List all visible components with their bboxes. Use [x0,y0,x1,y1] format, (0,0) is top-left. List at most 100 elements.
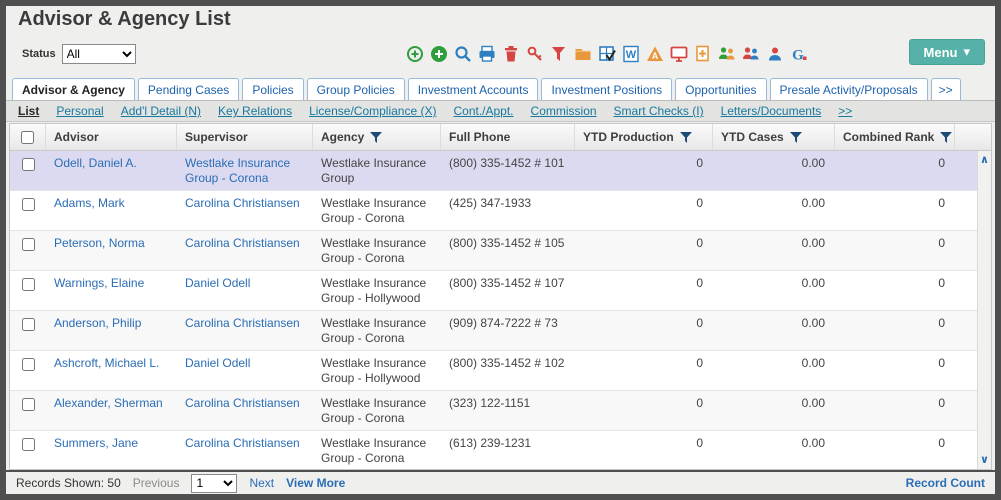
tab-pending-cases[interactable]: Pending Cases [137,78,240,100]
subnav-item-license-compliance-x-[interactable]: License/Compliance (X) [309,104,436,118]
column-header-ytd-cases[interactable]: YTD Cases [713,124,835,150]
google-icon[interactable]: G [790,45,808,63]
subnav-overflow[interactable]: >> [838,104,852,118]
print-icon[interactable] [478,45,496,63]
supervisor-link[interactable]: Carolina Christiansen [185,396,300,410]
subnav-item-list[interactable]: List [18,104,39,118]
advisor-link[interactable]: Alexander, Sherman [54,396,163,410]
word-doc-icon[interactable]: W [622,45,640,63]
delete-icon[interactable] [502,45,520,63]
supervisor-link[interactable]: Carolina Christiansen [185,436,300,450]
table-row[interactable]: Odell, Daniel A. Westlake Insurance Group… [10,151,991,191]
supervisor-link[interactable]: Daniel Odell [185,356,250,370]
tab-investment-positions[interactable]: Investment Positions [541,78,673,100]
contacts-icon[interactable] [742,45,760,63]
row-checkbox[interactable] [21,158,35,171]
column-header-full-phone[interactable]: Full Phone [441,124,575,150]
page-select[interactable]: 1 [191,473,238,493]
phone-cell: (800) 335-1452 # 105 [449,236,565,250]
row-checkbox[interactable] [21,398,35,411]
menu-button[interactable]: Menu ▾ [908,39,985,65]
column-label: Advisor [54,130,99,144]
scroll-up-icon[interactable]: ∧ [978,153,991,167]
advisor-link[interactable]: Summers, Jane [54,436,138,450]
subnav-item-commission[interactable]: Commission [531,104,597,118]
subnav-item-personal[interactable]: Personal [56,104,103,118]
column-header-ytd-production[interactable]: YTD Production [575,124,713,150]
tab-group-policies[interactable]: Group Policies [306,78,405,100]
folder-icon[interactable] [574,45,592,63]
advisor-link[interactable]: Anderson, Philip [54,316,141,330]
subnav-item-letters-documents[interactable]: Letters/Documents [721,104,822,118]
smart-checks-icon[interactable] [598,45,616,63]
add-outline-icon[interactable] [406,45,424,63]
column-header-combined-rank[interactable]: Combined Rank [835,124,955,150]
tab-investment-accounts[interactable]: Investment Accounts [407,78,539,100]
ytd-production-cell: 0 [696,356,703,370]
row-checkbox-cell [10,311,46,350]
tab-overflow[interactable]: >> [930,78,961,100]
supervisor-link[interactable]: Carolina Christiansen [185,236,300,250]
subnav-item-smart-checks-i-[interactable]: Smart Checks (I) [614,104,704,118]
row-checkbox[interactable] [21,438,35,451]
column-label: YTD Production [583,130,674,144]
subnav-item-add-l-detail-n-[interactable]: Add'l Detail (N) [121,104,201,118]
row-checkbox-cell [10,191,46,230]
tab-presale-activity-proposals[interactable]: Presale Activity/Proposals [769,78,928,100]
previous-link[interactable]: Previous [133,476,180,490]
supervisor-link[interactable]: Carolina Christiansen [185,316,300,330]
warning-icon[interactable]: A [646,45,664,63]
column-header-supervisor[interactable]: Supervisor [177,124,313,150]
tab-advisor-agency[interactable]: Advisor & Agency [12,78,135,100]
filter-export-icon[interactable] [550,45,568,63]
table-row[interactable]: Peterson, Norma Carolina Christiansen West… [10,231,991,271]
status-select[interactable]: All [61,44,136,64]
row-checkbox[interactable] [21,238,35,251]
row-checkbox[interactable] [21,198,35,211]
scroll-down-icon[interactable]: ∨ [978,453,991,467]
key-icon[interactable] [526,45,544,63]
subnav-item-cont-appt-[interactable]: Cont./Appt. [453,104,513,118]
supervisor-link[interactable]: Carolina Christiansen [185,196,300,210]
contact-icon[interactable] [766,45,784,63]
filter-icon[interactable] [370,131,383,143]
advisor-link[interactable]: Ashcroft, Michael L. [54,356,159,370]
vertical-scrollbar[interactable]: ∧ ∨ [977,151,991,469]
supervisor-link[interactable]: Daniel Odell [185,276,250,290]
row-checkbox[interactable] [21,318,35,331]
supervisor-cell: Westlake Insurance Group - Corona [177,151,313,190]
record-count-link[interactable]: Record Count [906,476,985,490]
column-header-advisor[interactable]: Advisor [46,124,177,150]
filter-icon[interactable] [940,131,953,143]
advisor-link[interactable]: Warnings, Elaine [54,276,144,290]
advisor-link[interactable]: Adams, Mark [54,196,125,210]
advisor-cell: Alexander, Sherman [46,391,177,430]
table-row[interactable]: Warnings, Elaine Daniel Odell Westlake Ins… [10,271,991,311]
tab-opportunities[interactable]: Opportunities [675,78,767,100]
column-header-agency[interactable]: Agency [313,124,441,150]
table-row[interactable]: Alexander, Sherman Carolina Christiansen W… [10,391,991,431]
table-row[interactable]: Ashcroft, Michael L. Daniel Odell Westlake… [10,351,991,391]
search-icon[interactable] [454,45,472,63]
view-more-link[interactable]: View More [286,476,345,490]
table-row[interactable]: Anderson, Philip Carolina Christiansen Wes… [10,311,991,351]
tab-policies[interactable]: Policies [242,78,304,100]
row-checkbox[interactable] [21,358,35,371]
add-contacts-icon[interactable] [718,45,736,63]
table-row[interactable]: Adams, Mark Carolina Christiansen Westlake… [10,191,991,231]
advisor-link[interactable]: Peterson, Norma [54,236,145,250]
doc-add-icon[interactable] [694,45,712,63]
table-row[interactable]: Summers, Jane Carolina Christiansen Westla… [10,431,991,469]
agency-cell: Westlake Insurance Group [321,156,427,185]
filter-icon[interactable] [679,131,692,143]
add-icon[interactable] [430,45,448,63]
supervisor-cell: Daniel Odell [177,271,313,310]
next-link[interactable]: Next [249,476,274,490]
subnav-item-key-relations[interactable]: Key Relations [218,104,292,118]
filter-icon[interactable] [789,131,802,143]
monitor-icon[interactable] [670,45,688,63]
advisor-link[interactable]: Odell, Daniel A. [54,156,137,170]
supervisor-link[interactable]: Westlake Insurance Group - Corona [185,156,290,185]
select-all-checkbox[interactable] [21,130,34,144]
row-checkbox[interactable] [21,278,35,291]
